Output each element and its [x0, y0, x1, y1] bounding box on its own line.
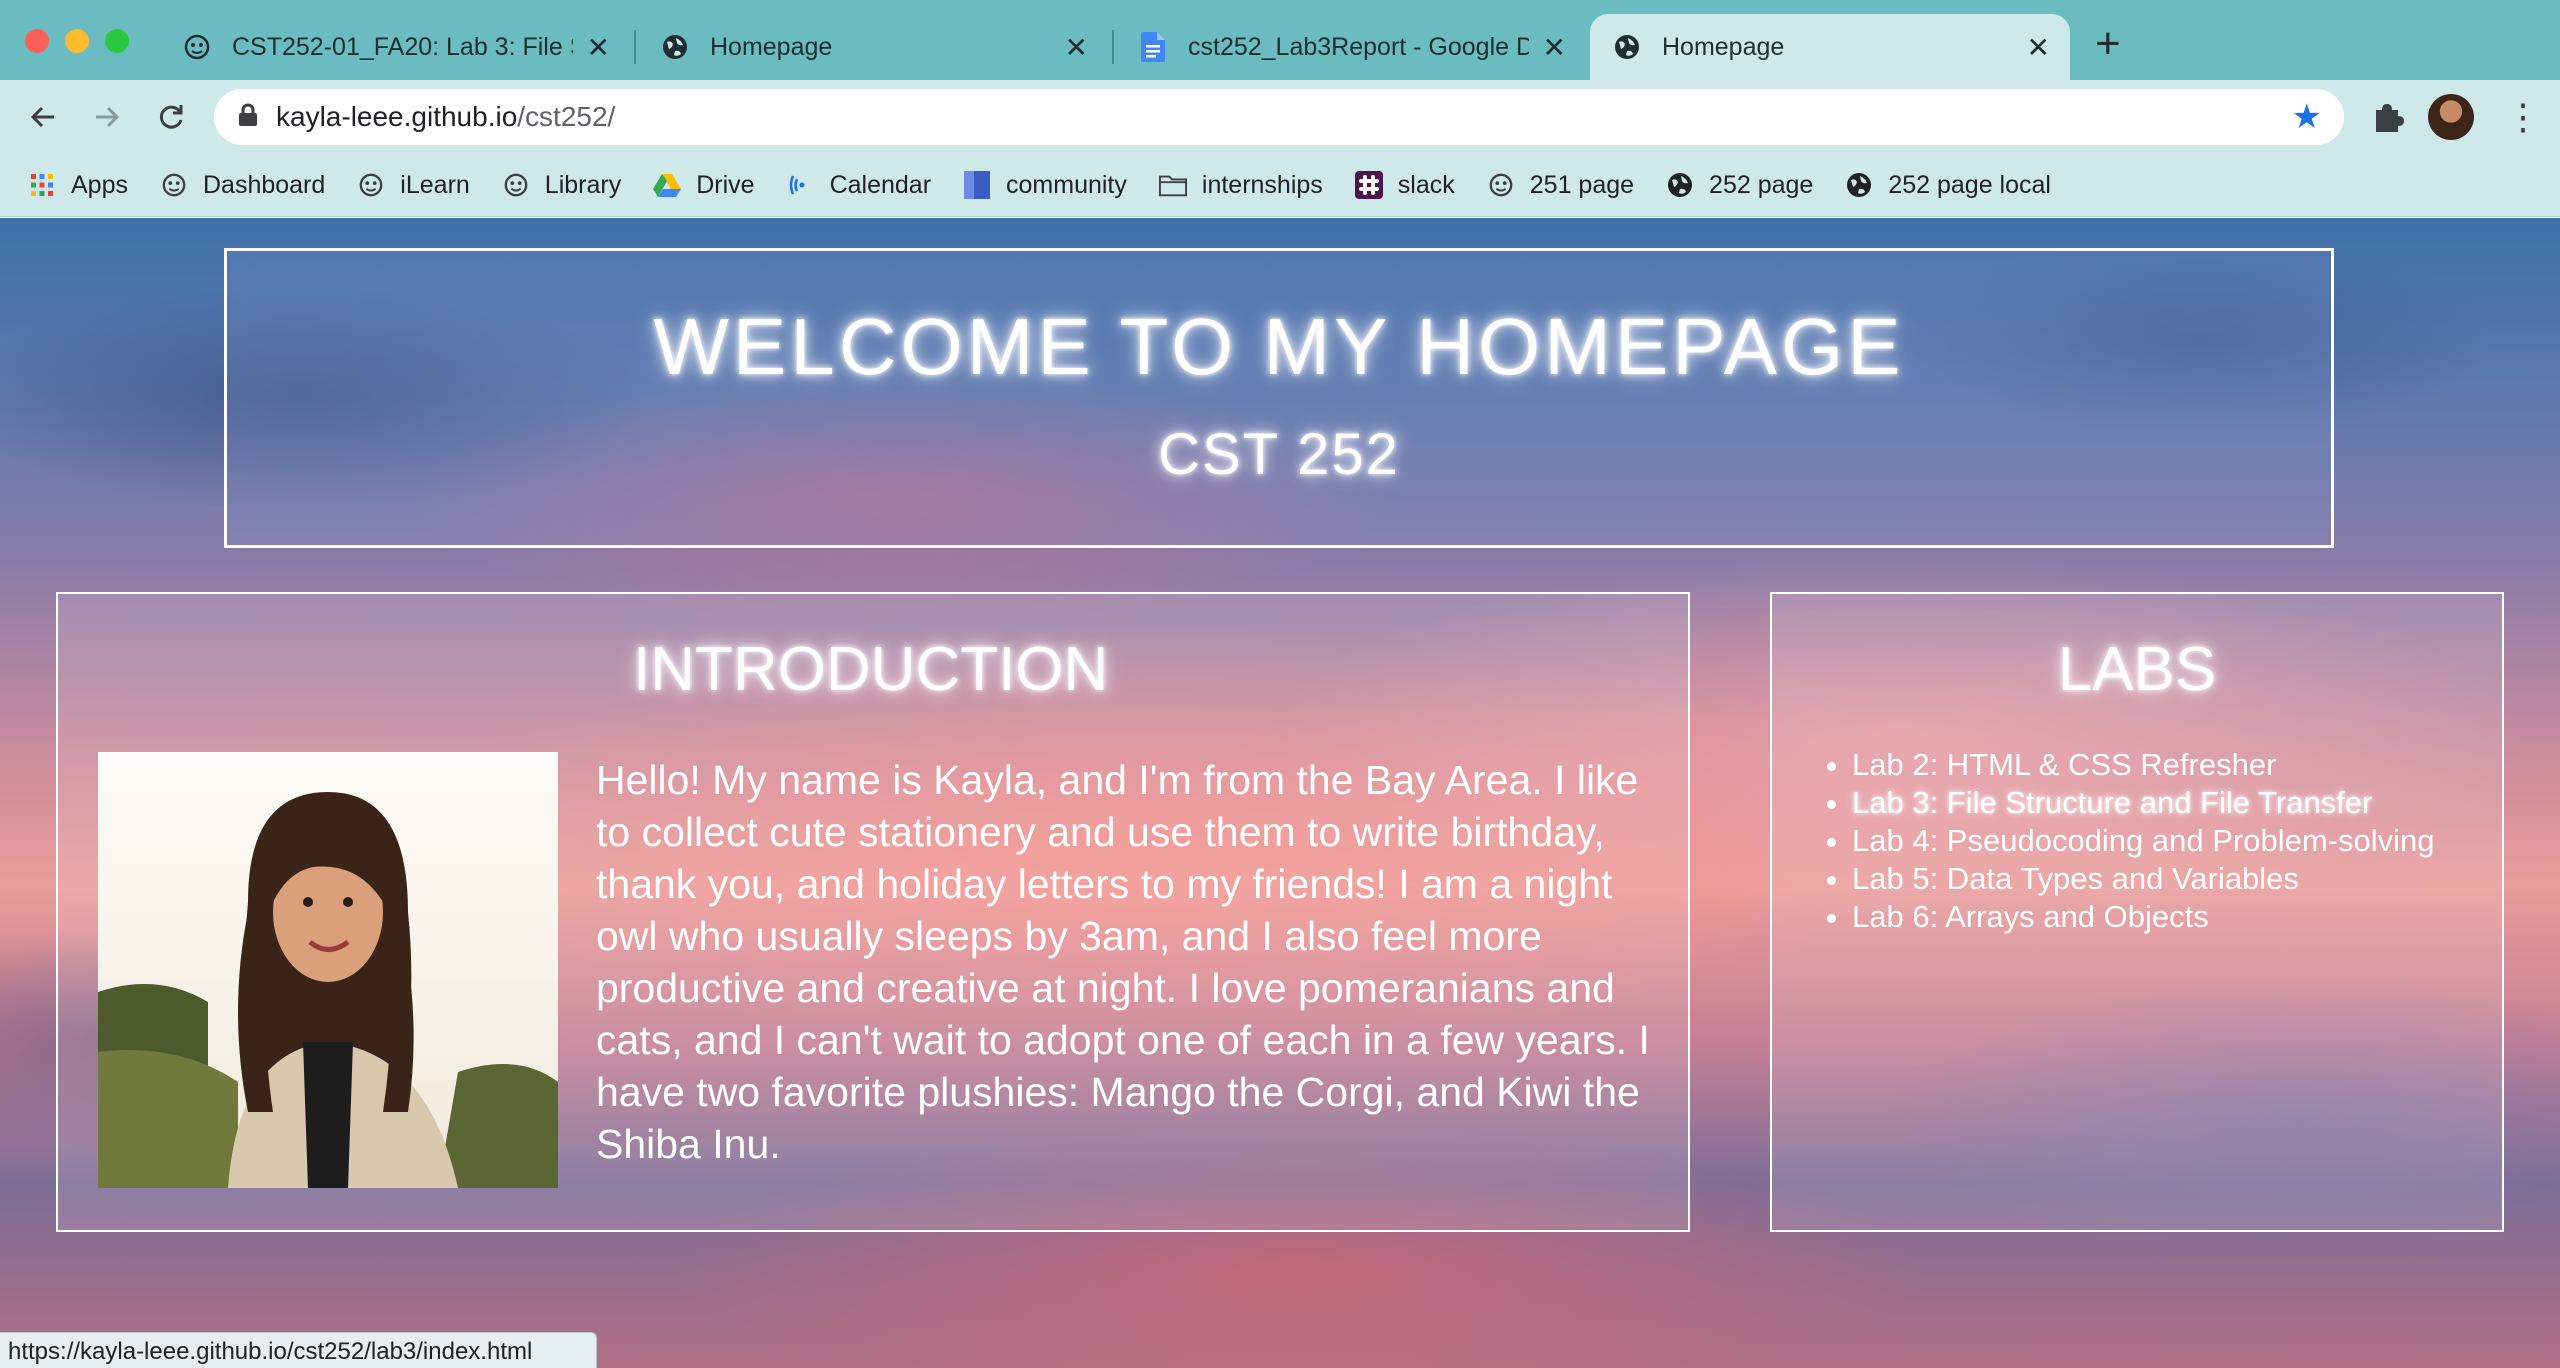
- csumb-otter-icon: [182, 32, 212, 62]
- bookmark-label: 252 page: [1709, 170, 1814, 199]
- bookmarks-bar: Apps Dashboard iLearn Library Drive Cale…: [0, 154, 2560, 217]
- tab-homepage-active[interactable]: Homepage ✕: [1590, 14, 2070, 80]
- browser-toolbar: kayla-leee.github.io/cst252/ ★ ⋮: [0, 80, 2560, 154]
- tab-homepage[interactable]: Homepage ✕: [638, 14, 1108, 80]
- page-title: WELCOME TO MY HOMEPAGE: [653, 302, 1905, 391]
- bookmark-community[interactable]: community: [963, 171, 1127, 200]
- extensions-puzzle-icon[interactable]: [2370, 100, 2404, 139]
- lab-link-6[interactable]: Lab 6: Arrays and Objects: [1852, 898, 2512, 936]
- page-viewport: WELCOME TO MY HOMEPAGE CST 252 INTRODUCT…: [0, 218, 2560, 1368]
- bookmark-ilearn[interactable]: iLearn: [357, 171, 470, 200]
- arrow-right-icon: [96, 106, 120, 128]
- lab-link-3[interactable]: Lab 3: File Structure and File Transfer: [1852, 784, 2512, 822]
- tab-title: cst252_Lab3Report - Google D: [1188, 32, 1529, 61]
- bookmark-label: Dashboard: [202, 170, 326, 199]
- tab-lab3-ilearn[interactable]: CST252-01_FA20: Lab 3: File S ✕: [160, 14, 630, 80]
- bookmark-dashboard[interactable]: Dashboard: [160, 171, 325, 200]
- lock-icon: [238, 103, 258, 132]
- bookmark-library[interactable]: Library: [502, 171, 621, 200]
- address-bar[interactable]: kayla-leee.github.io/cst252/ ★: [214, 89, 2344, 145]
- globe-icon: [1612, 32, 1642, 62]
- csumb-otter-icon: [1487, 171, 1515, 199]
- bookmark-drive[interactable]: Drive: [653, 170, 755, 200]
- tab-strip: CST252-01_FA20: Lab 3: File S ✕ Homepage…: [0, 0, 2560, 80]
- google-drive-icon: [653, 171, 682, 199]
- calendar-icon: [787, 171, 815, 199]
- close-icon[interactable]: ✕: [1065, 31, 1088, 64]
- bookmark-252-page[interactable]: 252 page: [1666, 171, 1813, 200]
- menu-kebab-icon[interactable]: ⋮: [2505, 94, 2541, 140]
- bookmark-label: Drive: [696, 170, 755, 199]
- close-icon[interactable]: ✕: [587, 31, 610, 64]
- back-button[interactable]: [22, 96, 64, 138]
- globe-icon: [1666, 171, 1694, 199]
- bookmark-label: slack: [1397, 170, 1455, 199]
- close-icon[interactable]: ✕: [1543, 31, 1566, 64]
- close-icon[interactable]: ✕: [2027, 31, 2050, 64]
- forward-button[interactable]: [86, 96, 128, 138]
- reload-button[interactable]: [150, 96, 192, 138]
- bookmark-label: Library: [544, 170, 622, 199]
- maximize-window-button[interactable]: [105, 29, 129, 53]
- reload-icon: [159, 105, 183, 129]
- bookmark-label: internships: [1201, 170, 1323, 199]
- labs-section: LABS Lab 2: HTML & CSS Refresher Lab 3: …: [1770, 592, 2504, 1232]
- globe-icon: [660, 32, 690, 62]
- bookmark-label: 252 page local: [1888, 170, 2051, 199]
- globe-icon: [1845, 171, 1873, 199]
- csumb-otter-icon: [160, 171, 188, 199]
- lab-link-2[interactable]: Lab 2: HTML & CSS Refresher: [1852, 746, 2512, 784]
- bookmark-calendar[interactable]: Calendar: [787, 171, 931, 200]
- labs-heading: LABS: [2057, 635, 2217, 704]
- bookmark-label: iLearn: [400, 170, 470, 199]
- bookmark-251-page[interactable]: 251 page: [1487, 171, 1634, 200]
- csumb-otter-icon: [357, 171, 385, 199]
- community-icon: [963, 171, 991, 199]
- google-docs-icon: [1138, 32, 1168, 62]
- bookmark-apps[interactable]: Apps: [28, 171, 128, 200]
- bookmark-label: community: [1006, 170, 1127, 199]
- lab-link-4[interactable]: Lab 4: Pseudocoding and Problem-solving: [1852, 822, 2512, 860]
- tab-separator: [1112, 30, 1114, 64]
- welcome-header: WELCOME TO MY HOMEPAGE CST 252: [224, 248, 2334, 548]
- lab-link-5[interactable]: Lab 5: Data Types and Variables: [1852, 860, 2512, 898]
- profile-photo: [98, 752, 558, 1188]
- bookmark-slack[interactable]: slack: [1354, 170, 1455, 200]
- new-tab-button[interactable]: +: [2095, 22, 2121, 66]
- tab-separator: [634, 30, 636, 64]
- page-subtitle: CST 252: [1158, 422, 1400, 487]
- bookmark-label: 251 page: [1529, 170, 1635, 199]
- introduction-heading: INTRODUCTION: [633, 635, 1109, 704]
- close-window-button[interactable]: [25, 29, 49, 53]
- apps-grid-icon: [28, 171, 56, 199]
- tab-title: Homepage: [1662, 32, 1785, 61]
- slack-icon: [1354, 171, 1383, 199]
- arrow-left-icon: [30, 106, 54, 128]
- profile-avatar[interactable]: [2428, 94, 2474, 140]
- minimize-window-button[interactable]: [65, 29, 89, 53]
- bookmark-252-page-local[interactable]: 252 page local: [1845, 171, 2051, 200]
- tab-title: Homepage: [710, 32, 833, 61]
- introduction-text: Hello! My name is Kayla, and I'm from th…: [596, 757, 1650, 1167]
- labs-list: Lab 2: HTML & CSS Refresher Lab 3: File …: [1852, 746, 2512, 936]
- url-host: kayla-leee.github.io: [276, 101, 518, 132]
- url-path: /cst252/: [517, 101, 616, 132]
- link-status-bar: https://kayla-leee.github.io/cst252/lab3…: [0, 1332, 597, 1368]
- csumb-otter-icon: [502, 171, 530, 199]
- tab-title: CST252-01_FA20: Lab 3: File S: [232, 32, 573, 61]
- bookmark-internships[interactable]: internships: [1158, 170, 1323, 200]
- folder-icon: [1158, 171, 1187, 199]
- tab-lab3-report[interactable]: cst252_Lab3Report - Google D ✕: [1116, 14, 1586, 80]
- bookmark-label: Apps: [71, 170, 128, 199]
- bookmark-label: Calendar: [829, 170, 932, 199]
- bookmark-star-icon[interactable]: ★: [2292, 99, 2322, 135]
- introduction-section: INTRODUCTION Hello! My name is Kayla, an…: [56, 592, 1690, 1232]
